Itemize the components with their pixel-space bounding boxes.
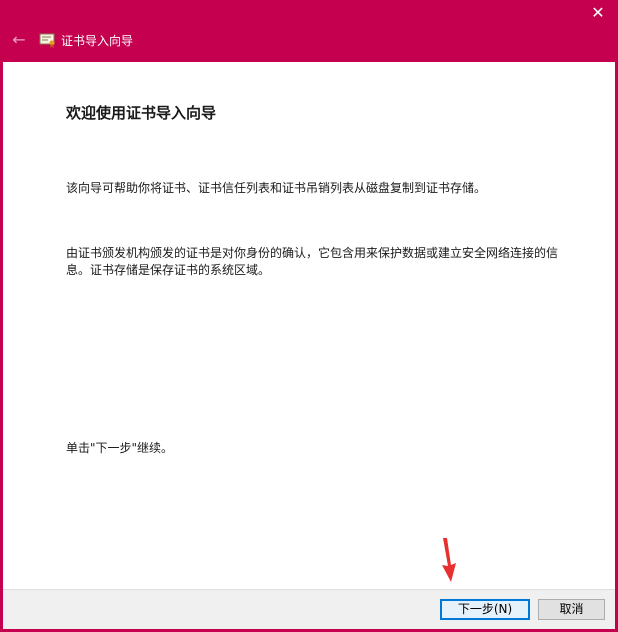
title-bar: ✕ ← 证书导入向导 (3, 0, 615, 62)
page-title: 欢迎使用证书导入向导 (66, 104, 217, 122)
certificate-import-wizard-window: ✕ ← 证书导入向导 欢迎使用证书导入向导 该向导可帮助你将证书、证书信任列表和… (0, 0, 618, 632)
wizard-content: 欢迎使用证书导入向导 该向导可帮助你将证书、证书信任列表和证书吊销列表从磁盘复制… (3, 62, 615, 589)
back-arrow-icon[interactable]: ← (9, 30, 29, 50)
cancel-button[interactable]: 取消 (538, 599, 605, 620)
certificate-icon (39, 33, 55, 48)
next-button[interactable]: 下一步(N) (440, 599, 530, 620)
red-annotation-arrow-icon (442, 538, 456, 582)
description-paragraph-2: 由证书颁发机构颁发的证书是对你身份的确认，它包含用来保护数据或建立安全网络连接的… (66, 246, 559, 277)
close-icon[interactable]: ✕ (587, 2, 609, 24)
continue-instruction: 单击"下一步"继续。 (66, 441, 174, 455)
description-paragraph-1: 该向导可帮助你将证书、证书信任列表和证书吊销列表从磁盘复制到证书存储。 (66, 181, 487, 195)
window-title: 证书导入向导 (61, 34, 134, 48)
button-bar: 下一步(N) 取消 (3, 589, 615, 629)
